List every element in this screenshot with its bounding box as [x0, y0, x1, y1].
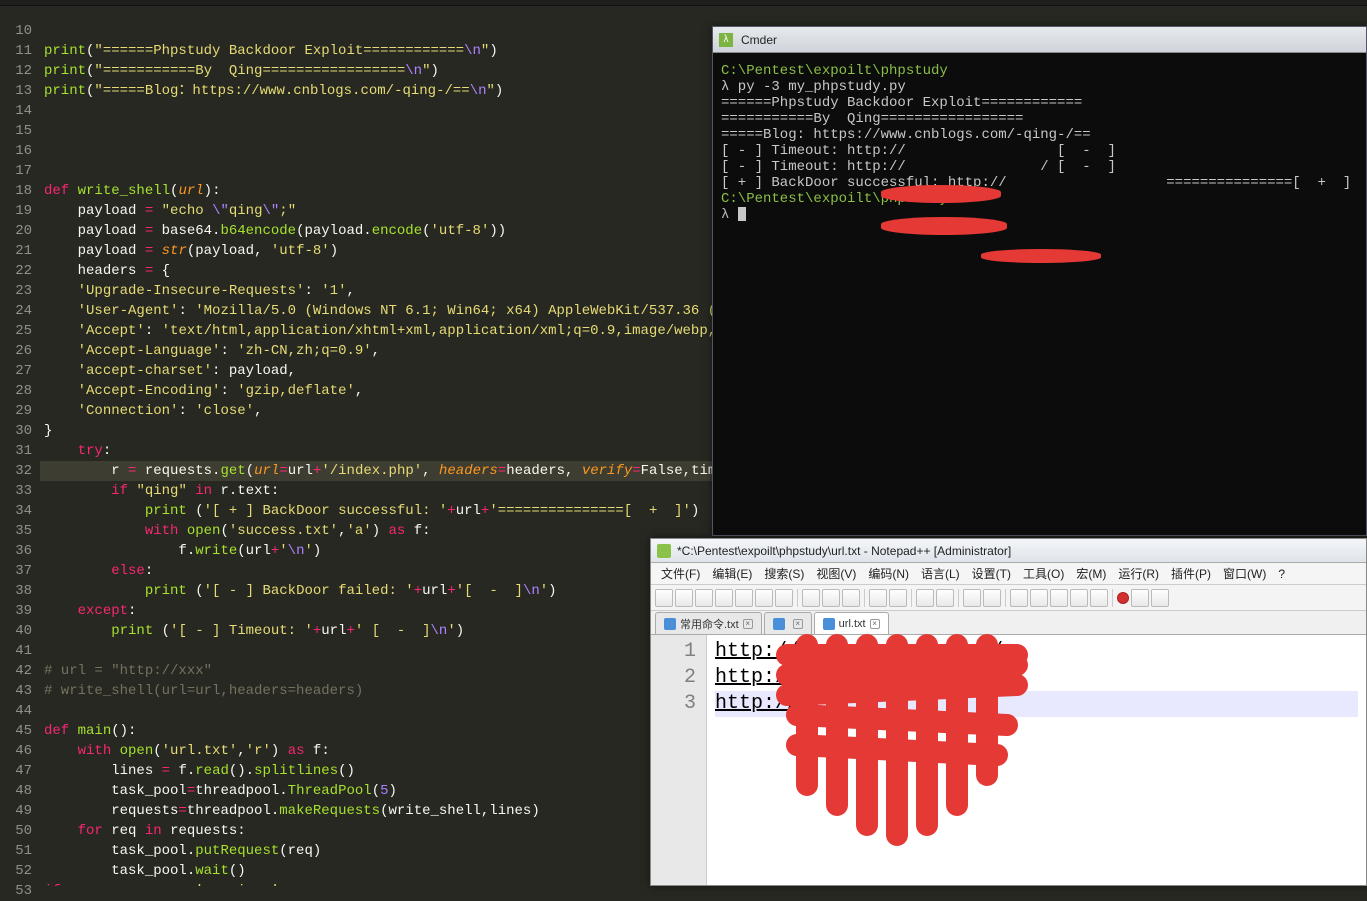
- redo-icon[interactable]: [889, 589, 907, 607]
- redaction-mark: [881, 185, 1001, 203]
- terminal-line: =====Blog: https://www.cnblogs.com/-qing…: [721, 127, 1358, 143]
- close-icon[interactable]: [735, 589, 753, 607]
- menu-item[interactable]: 工具(O): [1019, 565, 1068, 582]
- terminal-line: λ: [721, 207, 1358, 223]
- notepadpp-titlebar[interactable]: *C:\Pentest\expoilt\phpstudy\url.txt - N…: [651, 539, 1366, 563]
- redaction-scribble: [767, 625, 1047, 855]
- tab-label: 常用命令.txt: [680, 616, 739, 632]
- menu-item[interactable]: 插件(P): [1167, 565, 1215, 582]
- find-icon[interactable]: [916, 589, 934, 607]
- toolbar-separator: [1112, 589, 1113, 607]
- fold-icon[interactable]: [1070, 589, 1088, 607]
- redaction-mark: [981, 249, 1101, 263]
- zoom-in-icon[interactable]: [963, 589, 981, 607]
- menu-item[interactable]: 语言(L): [917, 565, 964, 582]
- notepadpp-icon: [657, 544, 671, 558]
- terminal-line: [ + ] BackDoor successful: http:// =====…: [721, 175, 1358, 191]
- notepadpp-title-text: *C:\Pentest\expoilt\phpstudy\url.txt - N…: [677, 544, 1011, 558]
- menu-item[interactable]: 设置(T): [968, 565, 1015, 582]
- menu-item[interactable]: 编辑(E): [708, 565, 756, 582]
- cmder-window[interactable]: λ Cmder C:\Pentest\expoilt\phpstudyλ py …: [712, 26, 1367, 536]
- notepadpp-text-area[interactable]: http://2/http://9/http:///: [707, 635, 1366, 885]
- print-icon[interactable]: [775, 589, 793, 607]
- zoom-out-icon[interactable]: [983, 589, 1001, 607]
- menu-item[interactable]: ?: [1274, 567, 1289, 581]
- indent-icon[interactable]: [1050, 589, 1068, 607]
- save-icon[interactable]: [695, 589, 713, 607]
- replace-icon[interactable]: [936, 589, 954, 607]
- terminal-line: ======Phpstudy Backdoor Exploit=========…: [721, 95, 1358, 111]
- notepadpp-toolbar[interactable]: [651, 585, 1366, 611]
- terminal-line: ===========By Qing=================: [721, 111, 1358, 127]
- terminal-line: [ - ] Timeout: http:// [ - ]: [721, 143, 1358, 159]
- menu-item[interactable]: 运行(R): [1114, 565, 1163, 582]
- notepadpp-menubar[interactable]: 文件(F)编辑(E)搜索(S)视图(V)编码(N)语言(L)设置(T)工具(O)…: [651, 563, 1366, 585]
- close-icon[interactable]: ×: [743, 619, 753, 629]
- terminal-output[interactable]: C:\Pentest\expoilt\phpstudyλ py -3 my_ph…: [713, 53, 1366, 535]
- toolbar-separator: [958, 589, 959, 607]
- redaction-mark: [881, 217, 1007, 235]
- terminal-line: λ py -3 my_phpstudy.py: [721, 79, 1358, 95]
- undo-icon[interactable]: [869, 589, 887, 607]
- line-number-gutter: 1011121314151617181920212223242526272829…: [0, 6, 40, 886]
- file-tab[interactable]: 常用命令.txt ×: [655, 612, 762, 634]
- terminal-line: C:\Pentest\expoilt\phpstudy: [721, 191, 1358, 207]
- paste-icon[interactable]: [842, 589, 860, 607]
- toolbar-separator: [864, 589, 865, 607]
- new-icon[interactable]: [655, 589, 673, 607]
- rec-icon[interactable]: [1117, 592, 1129, 604]
- lambda-icon: λ: [719, 33, 733, 47]
- cursor-icon: [738, 207, 746, 221]
- cmder-title-text: Cmder: [741, 33, 777, 47]
- close-all-icon[interactable]: [755, 589, 773, 607]
- all-chars-icon[interactable]: [1030, 589, 1048, 607]
- copy-icon[interactable]: [822, 589, 840, 607]
- file-icon: [664, 618, 676, 630]
- toolbar-separator: [911, 589, 912, 607]
- play-icon[interactable]: [1131, 589, 1149, 607]
- save-all-icon[interactable]: [715, 589, 733, 607]
- menu-item[interactable]: 搜索(S): [760, 565, 808, 582]
- toolbar-separator: [797, 589, 798, 607]
- unfold-icon[interactable]: [1090, 589, 1108, 607]
- menu-item[interactable]: 窗口(W): [1219, 565, 1270, 582]
- cut-icon[interactable]: [802, 589, 820, 607]
- terminal-line: C:\Pentest\expoilt\phpstudy: [721, 63, 1358, 79]
- notepadpp-gutter: 123: [651, 635, 707, 885]
- wrap-icon[interactable]: [1010, 589, 1028, 607]
- stop-icon[interactable]: [1151, 589, 1169, 607]
- menu-item[interactable]: 视图(V): [812, 565, 860, 582]
- menu-item[interactable]: 文件(F): [657, 565, 704, 582]
- terminal-line: [ - ] Timeout: http:// / [ - ]: [721, 159, 1358, 175]
- toolbar-separator: [1005, 589, 1006, 607]
- menu-item[interactable]: 编码(N): [864, 565, 913, 582]
- menu-item[interactable]: 宏(M): [1072, 565, 1110, 582]
- notepadpp-window[interactable]: *C:\Pentest\expoilt\phpstudy\url.txt - N…: [650, 538, 1367, 886]
- open-icon[interactable]: [675, 589, 693, 607]
- cmder-titlebar[interactable]: λ Cmder: [713, 27, 1366, 53]
